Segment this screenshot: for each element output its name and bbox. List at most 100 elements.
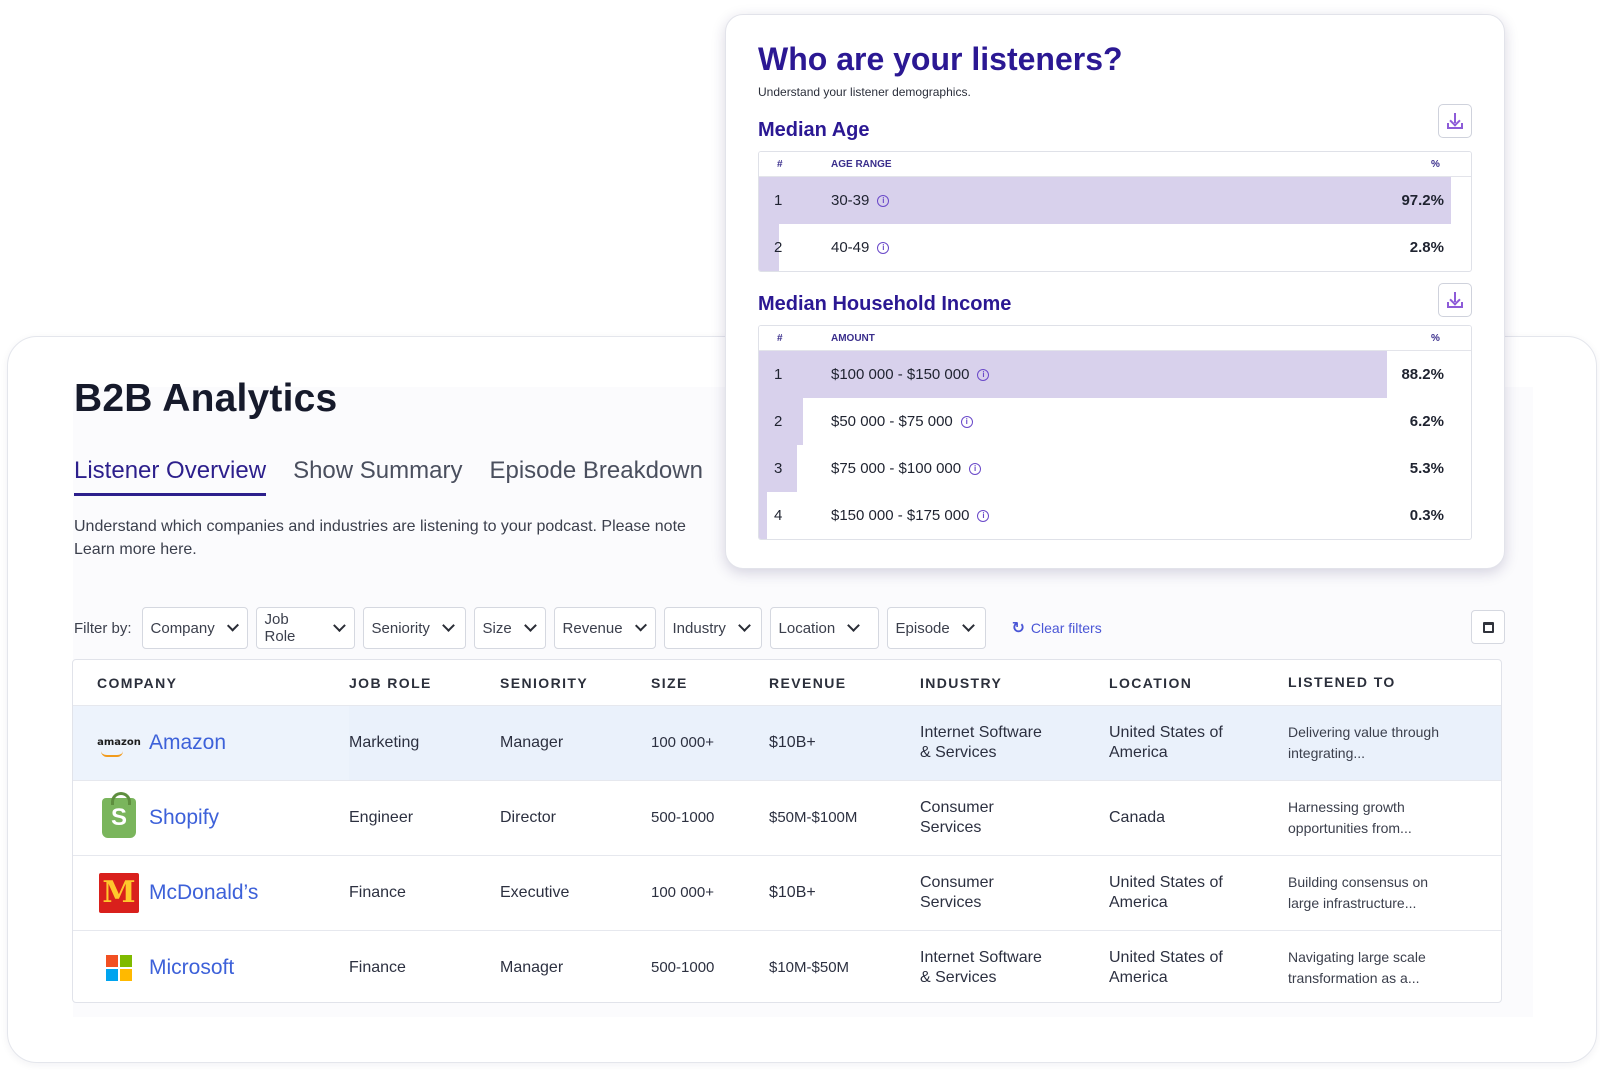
col-header-job-role[interactable]: JOB ROLE (349, 673, 500, 693)
company-link[interactable]: McDonald’s (149, 882, 258, 903)
filter-industry[interactable]: Industry (663, 607, 762, 649)
chevron-down-icon (961, 619, 975, 632)
info-icon[interactable]: i (877, 241, 890, 254)
tab-episode-breakdown[interactable]: Episode Breakdown (489, 457, 702, 496)
download-age-button[interactable] (1438, 104, 1472, 138)
location-cell: United States of America (1109, 723, 1288, 763)
col-header-industry[interactable]: INDUSTRY (920, 673, 1109, 693)
listened-line: Navigating large scale (1288, 949, 1426, 965)
income-label-cell: $150 000 - $175 000 i (831, 507, 1401, 524)
learn-more-link[interactable]: Learn more here. (74, 538, 754, 561)
tab-show-summary[interactable]: Show Summary (293, 457, 462, 496)
income-rank: 1 (774, 366, 783, 383)
listened-line: Harnessing growth (1288, 799, 1405, 815)
col-header-listened-to[interactable]: LISTENED TO (1288, 672, 1488, 693)
clear-filters-button[interactable]: ↻ Clear filters (1012, 618, 1102, 638)
company-link[interactable]: Amazon (149, 732, 226, 753)
company-link[interactable]: Microsoft (149, 957, 234, 978)
col-header-location[interactable]: LOCATION (1109, 673, 1288, 693)
listened-to-cell: Harnessing growth opportunities from... (1288, 797, 1488, 839)
location-cell: United States of America (1109, 873, 1288, 913)
industry-line: Consumer (920, 874, 994, 891)
microsoft-logo-icon (97, 947, 141, 989)
income-label: $50 000 - $75 000 (831, 413, 953, 430)
seniority-cell: Director (500, 809, 557, 826)
income-table-header: # AMOUNT % (759, 326, 1471, 351)
listened-line: integrating... (1288, 745, 1366, 761)
table-row[interactable]: amazon Amazon Marketing Manager 100 000+… (73, 705, 1501, 780)
demographics-title: Who are your listeners? (758, 41, 1123, 77)
job-role-cell: Finance (349, 959, 406, 976)
income-label: $150 000 - $175 000 (831, 507, 970, 524)
location-line: United States of (1109, 724, 1223, 741)
income-percent: 88.2% (1401, 366, 1444, 383)
listened-line: Building consensus on (1288, 874, 1429, 890)
info-icon[interactable]: i (960, 415, 973, 428)
delete-button[interactable] (1471, 610, 1505, 644)
age-label: 30-39 (831, 192, 870, 209)
seniority-cell: Manager (500, 734, 564, 751)
tab-listener-overview[interactable]: Listener Overview (74, 457, 267, 496)
col-header-amount: AMOUNT (831, 332, 875, 344)
listened-line: large infrastructure... (1288, 895, 1417, 911)
filter-company[interactable]: Company (141, 607, 248, 649)
median-income-title: Median Household Income (758, 293, 1012, 315)
income-label: $100 000 - $150 000 (831, 366, 970, 383)
location-line: United States of (1109, 874, 1223, 891)
listened-line: Delivering value through (1288, 724, 1439, 740)
col-header-revenue[interactable]: REVENUE (769, 673, 920, 693)
clear-filters-label: Clear filters (1030, 620, 1102, 636)
filter-job-role[interactable]: Job Role (255, 607, 355, 649)
income-row: 4 $150 000 - $175 000 i 0.3% (759, 492, 1471, 539)
filter-episode[interactable]: Episode (886, 607, 986, 649)
industry-line: & Services (920, 744, 997, 761)
table-row[interactable]: S Shopify Engineer Director 500-1000 $50… (73, 780, 1501, 855)
income-percent: 0.3% (1409, 507, 1444, 524)
col-header-number: # (777, 158, 783, 170)
info-icon[interactable]: i (977, 368, 990, 381)
job-role-cell: Engineer (349, 809, 414, 826)
info-icon[interactable]: i (977, 509, 990, 522)
age-label: 40-49 (831, 239, 870, 256)
table-row[interactable]: M McDonald’s Finance Executive 100 000+ … (73, 855, 1501, 930)
location-line: America (1109, 969, 1168, 986)
col-header-seniority[interactable]: SENIORITY (500, 673, 651, 693)
col-header-size[interactable]: SIZE (651, 673, 769, 693)
info-icon[interactable]: i (969, 462, 982, 475)
filter-location[interactable]: Location (769, 607, 879, 649)
industry-cell: Internet Software & Services (920, 723, 1109, 763)
revenue-cell: $10B+ (769, 884, 816, 901)
refresh-icon: ↻ (1011, 620, 1025, 637)
location-line: Canada (1109, 809, 1166, 826)
chevron-down-icon (738, 619, 751, 632)
location-cell: United States of America (1109, 948, 1288, 988)
listened-line: transformation as a... (1288, 970, 1420, 986)
revenue-cell: $10M-$50M (769, 959, 850, 976)
filter-size-label: Size (482, 619, 512, 637)
download-income-button[interactable] (1438, 283, 1472, 317)
filter-revenue[interactable]: Revenue (553, 607, 656, 649)
size-cell: 100 000+ (651, 734, 714, 751)
size-cell: 100 000+ (651, 884, 714, 901)
job-role-cell: Finance (349, 884, 406, 901)
table-row[interactable]: Microsoft Finance Manager 500-1000 $10M-… (73, 930, 1501, 1002)
chevron-down-icon (226, 619, 239, 632)
filter-seniority[interactable]: Seniority (362, 607, 466, 649)
company-cell: amazon Amazon (73, 706, 349, 780)
income-rank: 2 (774, 413, 783, 430)
trash-icon (1482, 621, 1494, 633)
size-cell: 500-1000 (651, 809, 715, 826)
chevron-down-icon (442, 619, 455, 632)
income-rank: 3 (774, 460, 783, 477)
company-link[interactable]: Shopify (149, 807, 219, 828)
info-icon[interactable]: i (877, 194, 890, 207)
revenue-cell: $50M-$100M (769, 809, 858, 826)
age-percent: 97.2% (1401, 192, 1444, 209)
seniority-cell: Manager (500, 959, 564, 976)
size-cell: 500-1000 (651, 959, 715, 976)
intro-line: Understand which companies and industrie… (74, 518, 686, 535)
company-cell: S Shopify (73, 781, 349, 855)
col-header-company[interactable]: COMPANY (73, 660, 349, 705)
filter-size[interactable]: Size (473, 607, 546, 649)
filter-revenue-label: Revenue (562, 619, 623, 637)
